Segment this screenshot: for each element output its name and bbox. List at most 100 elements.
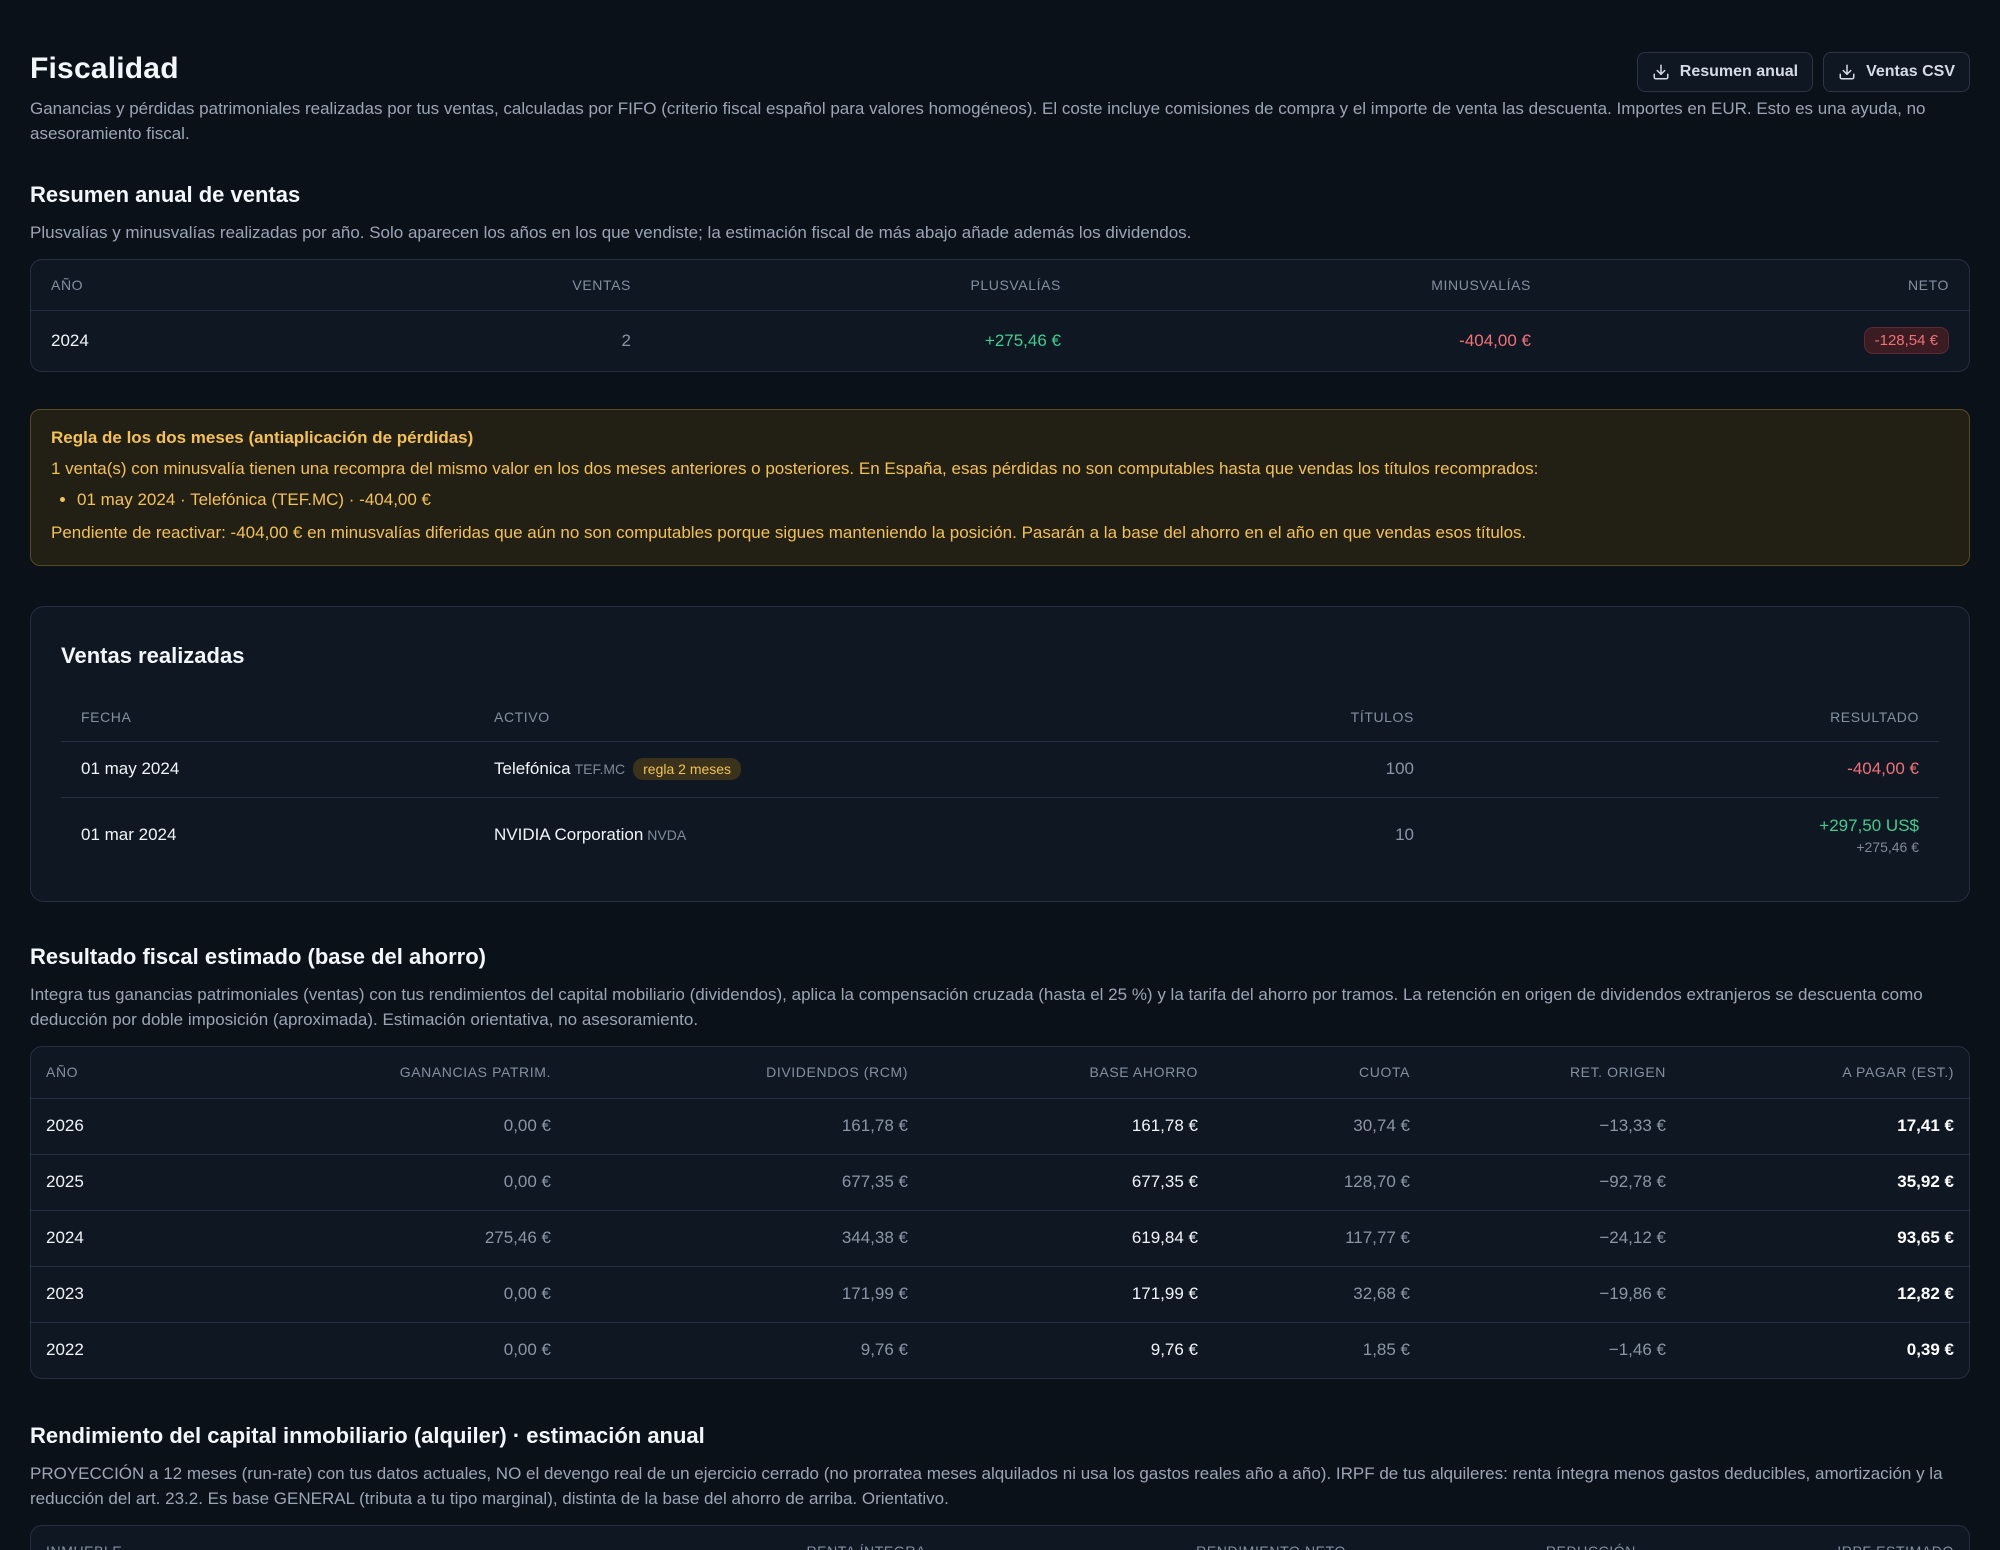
- year-cell: 2023: [31, 1266, 231, 1323]
- savings-base-cell: 677,35 €: [923, 1154, 1213, 1211]
- column-header-net: Neto: [1551, 260, 1969, 311]
- fiscal-result-table: Año Ganancias patrim. Dividendos (RCM) B…: [31, 1047, 1969, 1378]
- table-header-row: Año Ganancias patrim. Dividendos (RCM) B…: [31, 1047, 1969, 1099]
- to-pay-cell: 35,92 €: [1681, 1154, 1969, 1211]
- sale-asset-cell: Telefónica TEF.MC regla 2 meses: [474, 741, 1174, 798]
- sales-count-cell: 2: [621, 330, 631, 350]
- withholding-cell: −19,86 €: [1425, 1266, 1681, 1323]
- warning-footer: Pendiente de reactivar: -404,00 € en min…: [51, 523, 1527, 542]
- table-row: 2025 0,00 € 677,35 € 677,35 € 128,70 € −…: [31, 1154, 1969, 1211]
- net-badge: -128,54 €: [1863, 327, 1949, 355]
- column-header-capital-gains: Ganancias patrim.: [231, 1047, 566, 1099]
- column-header-losses: Minusvalías: [1081, 260, 1551, 311]
- table-header-row: Fecha Activo Títulos Resultado: [61, 693, 1939, 742]
- column-header-sales: Ventas: [321, 260, 651, 311]
- net-cell: -128,54 €: [1551, 310, 1969, 371]
- column-header-result: Resultado: [1434, 693, 1939, 742]
- year-cell: 2024: [51, 330, 89, 350]
- column-header-units: Títulos: [1174, 693, 1434, 742]
- withholding-cell: −92,78 €: [1425, 1154, 1681, 1211]
- real-estate-description: PROYECCIÓN a 12 meses (run-rate) con tus…: [30, 1464, 1943, 1508]
- column-header-property: Inmueble: [31, 1526, 551, 1550]
- quota-cell: 117,77 €: [1213, 1210, 1425, 1267]
- withholding-cell: −24,12 €: [1425, 1210, 1681, 1267]
- annual-summary-download-button[interactable]: Resumen anual: [1636, 52, 1814, 92]
- asset-name: NVIDIA Corporation: [494, 825, 644, 845]
- real-estate-table: Inmueble Renta íntegra Rendimiento neto …: [31, 1526, 1969, 1550]
- column-header-dividends: Dividendos (RCM): [566, 1047, 923, 1099]
- sale-units-cell: 100: [1174, 741, 1434, 798]
- dividends-cell: 344,38 €: [566, 1210, 923, 1267]
- column-header-asset: Activo: [474, 693, 1174, 742]
- warning-text: 1 venta(s) con minusvalía tienen una rec…: [51, 459, 1539, 478]
- warning-title: Regla de los dos meses (antiaplicación d…: [51, 428, 474, 447]
- warning-list: 01 may 2024 · Telefónica (TEF.MC) · -404…: [51, 490, 1949, 510]
- column-header-withholding: Ret. origen: [1425, 1047, 1681, 1099]
- savings-base-cell: 9,76 €: [1150, 1340, 1198, 1360]
- annual-summary-button-label: Resumen anual: [1679, 63, 1799, 80]
- download-icon: [1839, 64, 1855, 80]
- quota-cell: 30,74 €: [1213, 1098, 1425, 1155]
- dividends-cell: 171,99 €: [566, 1266, 923, 1323]
- sale-result-cell: -404,00 €: [1434, 741, 1939, 798]
- year-cell: 2026: [31, 1098, 231, 1155]
- sale-result-usd: +297,50 US$: [1819, 815, 1919, 835]
- download-icon: [1653, 64, 1669, 80]
- page-title: Fiscalidad: [30, 52, 179, 85]
- year-cell: 2024: [31, 1210, 231, 1267]
- column-header-gains: Plusvalías: [651, 260, 1081, 311]
- column-header-quota: Cuota: [1213, 1047, 1425, 1099]
- gains-cell: 0,00 €: [231, 1154, 566, 1211]
- header-actions: Resumen anual Ventas CSV: [1636, 52, 1970, 92]
- table-header-row: Año Ventas Plusvalías Minusvalías Neto: [31, 260, 1969, 311]
- table-row: 2024 2 +275,46 € -404,00 € -128,54 €: [31, 310, 1969, 371]
- withholding-cell: −1,46 €: [1608, 1340, 1666, 1360]
- savings-base-cell: 619,84 €: [923, 1210, 1213, 1267]
- fiscal-result-section: Resultado fiscal estimado (base del ahor…: [30, 944, 1970, 1379]
- table-row[interactable]: 01 mar 2024 NVIDIA Corporation NVDA 10 +2…: [61, 797, 1939, 873]
- sale-result-cell: +297,50 US$ +275,46 €: [1434, 797, 1939, 873]
- dividends-cell: 9,76 €: [860, 1340, 908, 1360]
- page-header: Fiscalidad Resumen anual Ventas CSV Gana…: [30, 0, 1970, 150]
- savings-base-cell: 161,78 €: [923, 1098, 1213, 1155]
- column-header-savings-base: Base ahorro: [923, 1047, 1213, 1099]
- savings-base-cell: 171,99 €: [923, 1266, 1213, 1323]
- list-item: 01 may 2024 · Telefónica (TEF.MC) · -404…: [77, 490, 1949, 510]
- annual-summary-description: Plusvalías y minusvalías realizadas por …: [30, 223, 1192, 242]
- quota-cell: 32,68 €: [1213, 1266, 1425, 1323]
- annual-sales-summary-section: Resumen anual de ventas Plusvalías y min…: [30, 182, 1970, 372]
- real-estate-title: Rendimiento del capital inmobiliario (al…: [30, 1423, 705, 1448]
- gains-cell: 0,00 €: [231, 1098, 566, 1155]
- quota-cell: 1,85 €: [1362, 1340, 1410, 1360]
- year-cell: 2022: [46, 1340, 84, 1360]
- realized-sales-table: Fecha Activo Títulos Resultado 01 may 20…: [61, 693, 1939, 873]
- table-header-row: Inmueble Renta íntegra Rendimiento neto …: [31, 1526, 1969, 1550]
- to-pay-cell: 17,41 €: [1681, 1098, 1969, 1155]
- asset-ticker: TEF.MC: [574, 761, 626, 777]
- column-header-reduction: Reducción: [1361, 1526, 1651, 1550]
- column-header-year: Año: [31, 1047, 231, 1099]
- annual-summary-title: Resumen anual de ventas: [30, 182, 301, 207]
- annual-summary-table-card: Año Ventas Plusvalías Minusvalías Neto 2…: [30, 259, 1970, 372]
- column-header-estimated-irpf: IRPF estimado: [1651, 1526, 1969, 1550]
- column-header-gross-rent: Renta íntegra: [551, 1526, 941, 1550]
- sale-asset-cell: NVIDIA Corporation NVDA: [474, 797, 1174, 873]
- page-description: Ganancias y pérdidas patrimoniales reali…: [30, 99, 1926, 143]
- sales-csv-button-label: Ventas CSV: [1866, 63, 1955, 80]
- column-header-date: Fecha: [61, 693, 474, 742]
- losses-cell: -404,00 €: [1459, 330, 1531, 350]
- sale-result-eur: +275,46 €: [1856, 838, 1919, 855]
- dividends-cell: 677,35 €: [566, 1154, 923, 1211]
- year-cell: 2025: [31, 1154, 231, 1211]
- asset-name: Telefónica: [494, 759, 571, 778]
- sale-units-cell: 10: [1395, 825, 1414, 845]
- withholding-cell: −13,33 €: [1425, 1098, 1681, 1155]
- to-pay-cell: 93,65 €: [1681, 1210, 1969, 1267]
- table-row: 2024 275,46 € 344,38 € 619,84 € 117,77 €…: [31, 1210, 1969, 1267]
- dividends-cell: 161,78 €: [566, 1098, 923, 1155]
- table-row[interactable]: 01 may 2024 Telefónica TEF.MC regla 2 mese…: [61, 741, 1939, 798]
- gains-cell: 0,00 €: [231, 1266, 566, 1323]
- sales-csv-download-button[interactable]: Ventas CSV: [1823, 52, 1970, 92]
- table-row: 2026 0,00 € 161,78 € 161,78 € 30,74 € −1…: [31, 1098, 1969, 1155]
- two-month-rule-warning: Regla de los dos meses (antiaplicación d…: [30, 409, 1970, 566]
